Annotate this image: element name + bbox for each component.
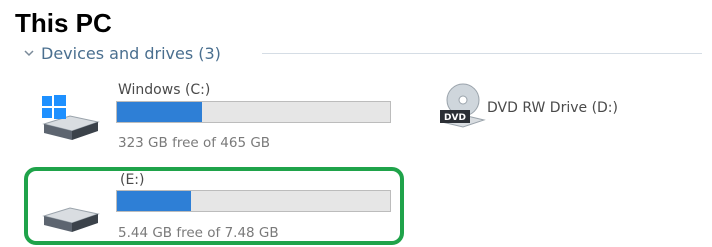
drive-name: DVD RW Drive (D:) bbox=[487, 100, 618, 116]
page-title: This PC bbox=[15, 8, 112, 38]
usb-drive-icon bbox=[42, 207, 100, 232]
drive-usage-fill bbox=[117, 102, 202, 122]
drive-dvd-d[interactable]: DVD DVD RW Drive (D:) bbox=[440, 80, 690, 140]
dvd-drive-icon: DVD bbox=[440, 83, 486, 128]
windows-drive-icon bbox=[42, 95, 100, 140]
drive-usage-fill bbox=[117, 191, 191, 211]
drive-windows-c[interactable]: Windows (C:) 323 GB free of 465 GB bbox=[40, 80, 400, 160]
drive-name: Windows (C:) bbox=[118, 82, 211, 98]
drive-name: (E:) bbox=[120, 172, 145, 188]
dvd-badge: DVD bbox=[444, 113, 466, 123]
devices-group-header[interactable]: Devices and drives (3) bbox=[22, 42, 221, 64]
chevron-down-icon bbox=[24, 50, 34, 57]
drive-free-text: 323 GB free of 465 GB bbox=[118, 135, 271, 151]
drive-e[interactable]: (E:) 5.44 GB free of 7.48 GB bbox=[40, 170, 400, 245]
drive-free-text: 5.44 GB free of 7.48 GB bbox=[118, 225, 279, 241]
group-label: Devices and drives (3) bbox=[41, 43, 221, 63]
drive-usage-bar bbox=[116, 190, 391, 212]
drive-usage-bar bbox=[116, 101, 391, 123]
group-divider bbox=[262, 53, 702, 54]
